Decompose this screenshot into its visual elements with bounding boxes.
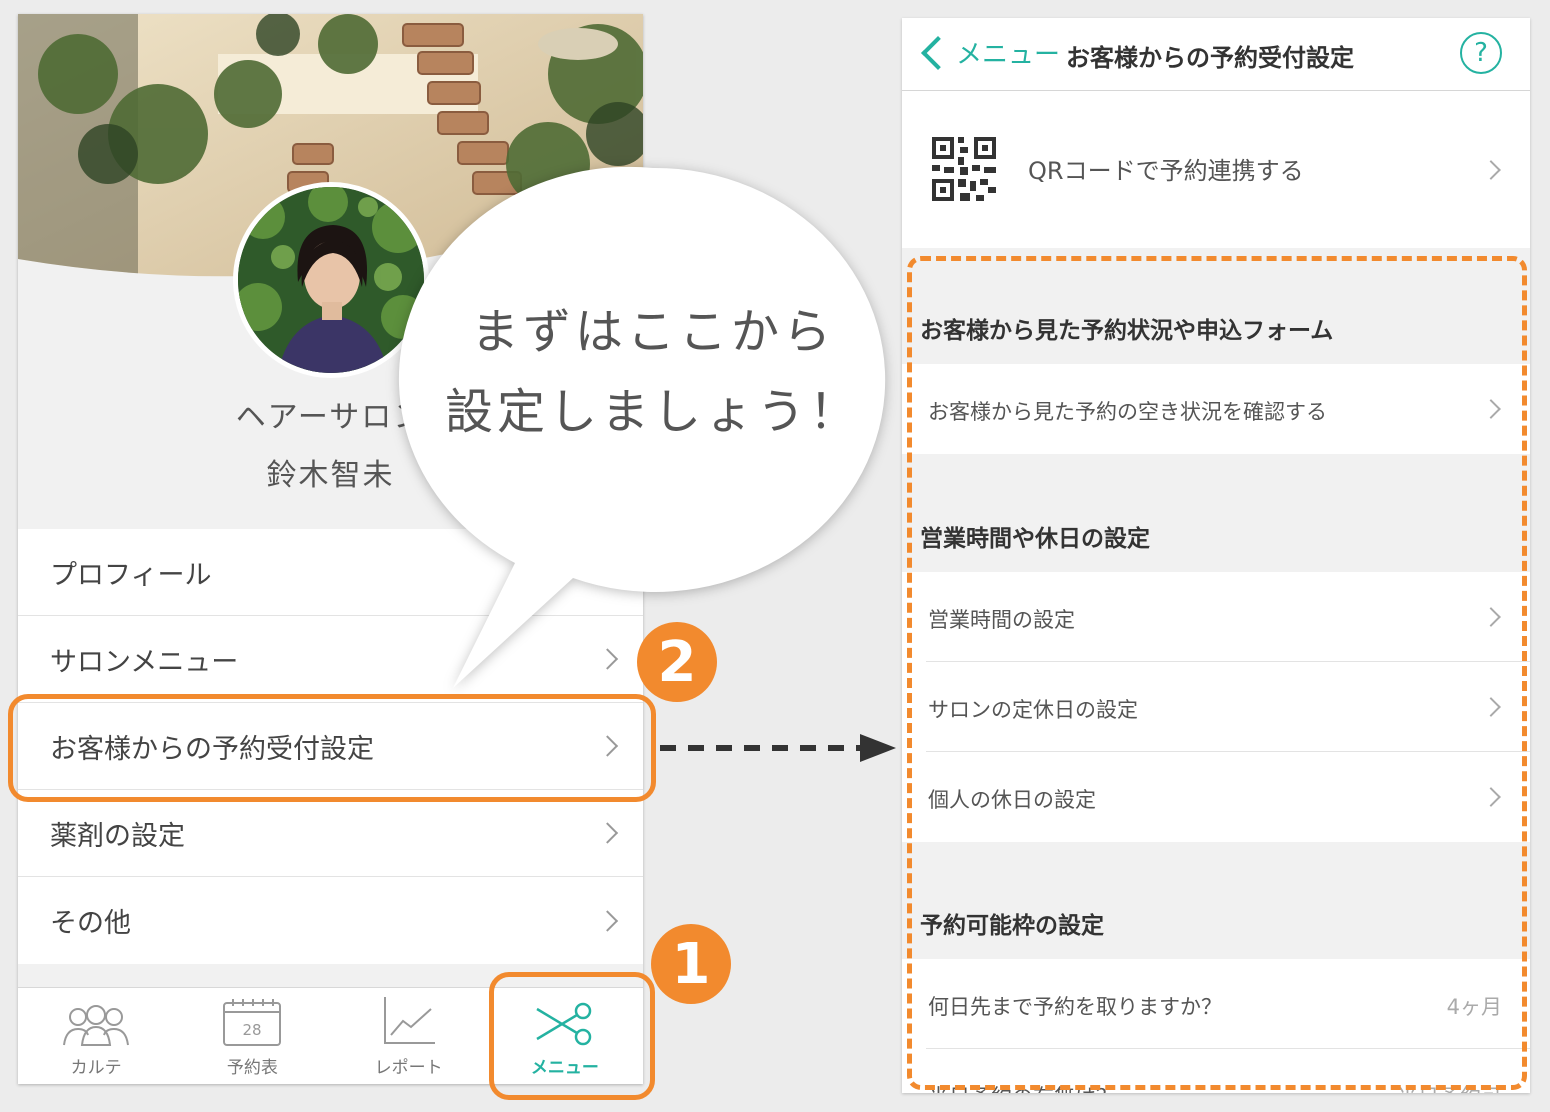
help-icon[interactable]: ? [1460, 32, 1502, 74]
qr-link-label: QRコードで予約連携する [1028, 157, 1304, 185]
tab-label: 予約表 [226, 1058, 278, 1078]
tab-label: カルテ [70, 1058, 122, 1078]
tab-karte[interactable]: カルテ [18, 988, 174, 1084]
arrow-connector [660, 734, 896, 762]
callout-line-1: まずはここから [470, 304, 835, 360]
people-icon [63, 1005, 130, 1046]
menu-item-other[interactable]: その他 [18, 877, 643, 964]
chart-icon [383, 997, 435, 1044]
menu-item-label: その他 [50, 908, 131, 939]
nav-bar: メニュー お客様からの予約受付設定 ? [902, 18, 1530, 91]
back-label: メニュー [956, 40, 1061, 70]
callout-line-2: 設定しましょう！ [444, 384, 861, 440]
menu-item-label: 薬剤の設定 [50, 820, 185, 852]
tab-label: レポート [374, 1058, 443, 1078]
chevron-right-icon [596, 909, 619, 932]
calendar-day: 28 [243, 1021, 262, 1039]
back-button[interactable]: メニュー [916, 34, 1060, 71]
step-badge-1: 1 [651, 924, 731, 1004]
qr-link-row[interactable]: QRコードで予約連携する [902, 91, 1530, 248]
highlight-reservation-settings [8, 694, 656, 802]
chevron-right-icon [1481, 159, 1501, 180]
menu-item-chemical-settings[interactable]: 薬剤の設定 [18, 790, 643, 877]
callout-text: まずはここから 設定しましょう！ [423, 292, 883, 452]
menu-item-label: サロンメニュー [50, 646, 239, 678]
profile-avatar[interactable] [233, 182, 429, 378]
highlight-settings-area [907, 256, 1527, 1090]
page-title: お客様からの予約受付設定 [1066, 44, 1354, 72]
tab-schedule[interactable]: 28 予約表 [174, 988, 330, 1084]
step-badge-2: 2 [637, 622, 717, 702]
tab-report[interactable]: レポート [331, 988, 487, 1084]
menu-item-label: プロフィール [50, 559, 212, 591]
chevron-left-icon [921, 35, 955, 70]
calendar-icon: 28 [223, 999, 282, 1046]
qr-code-icon [932, 137, 996, 201]
highlight-menu-tab [489, 972, 655, 1100]
chevron-right-icon [596, 822, 619, 844]
